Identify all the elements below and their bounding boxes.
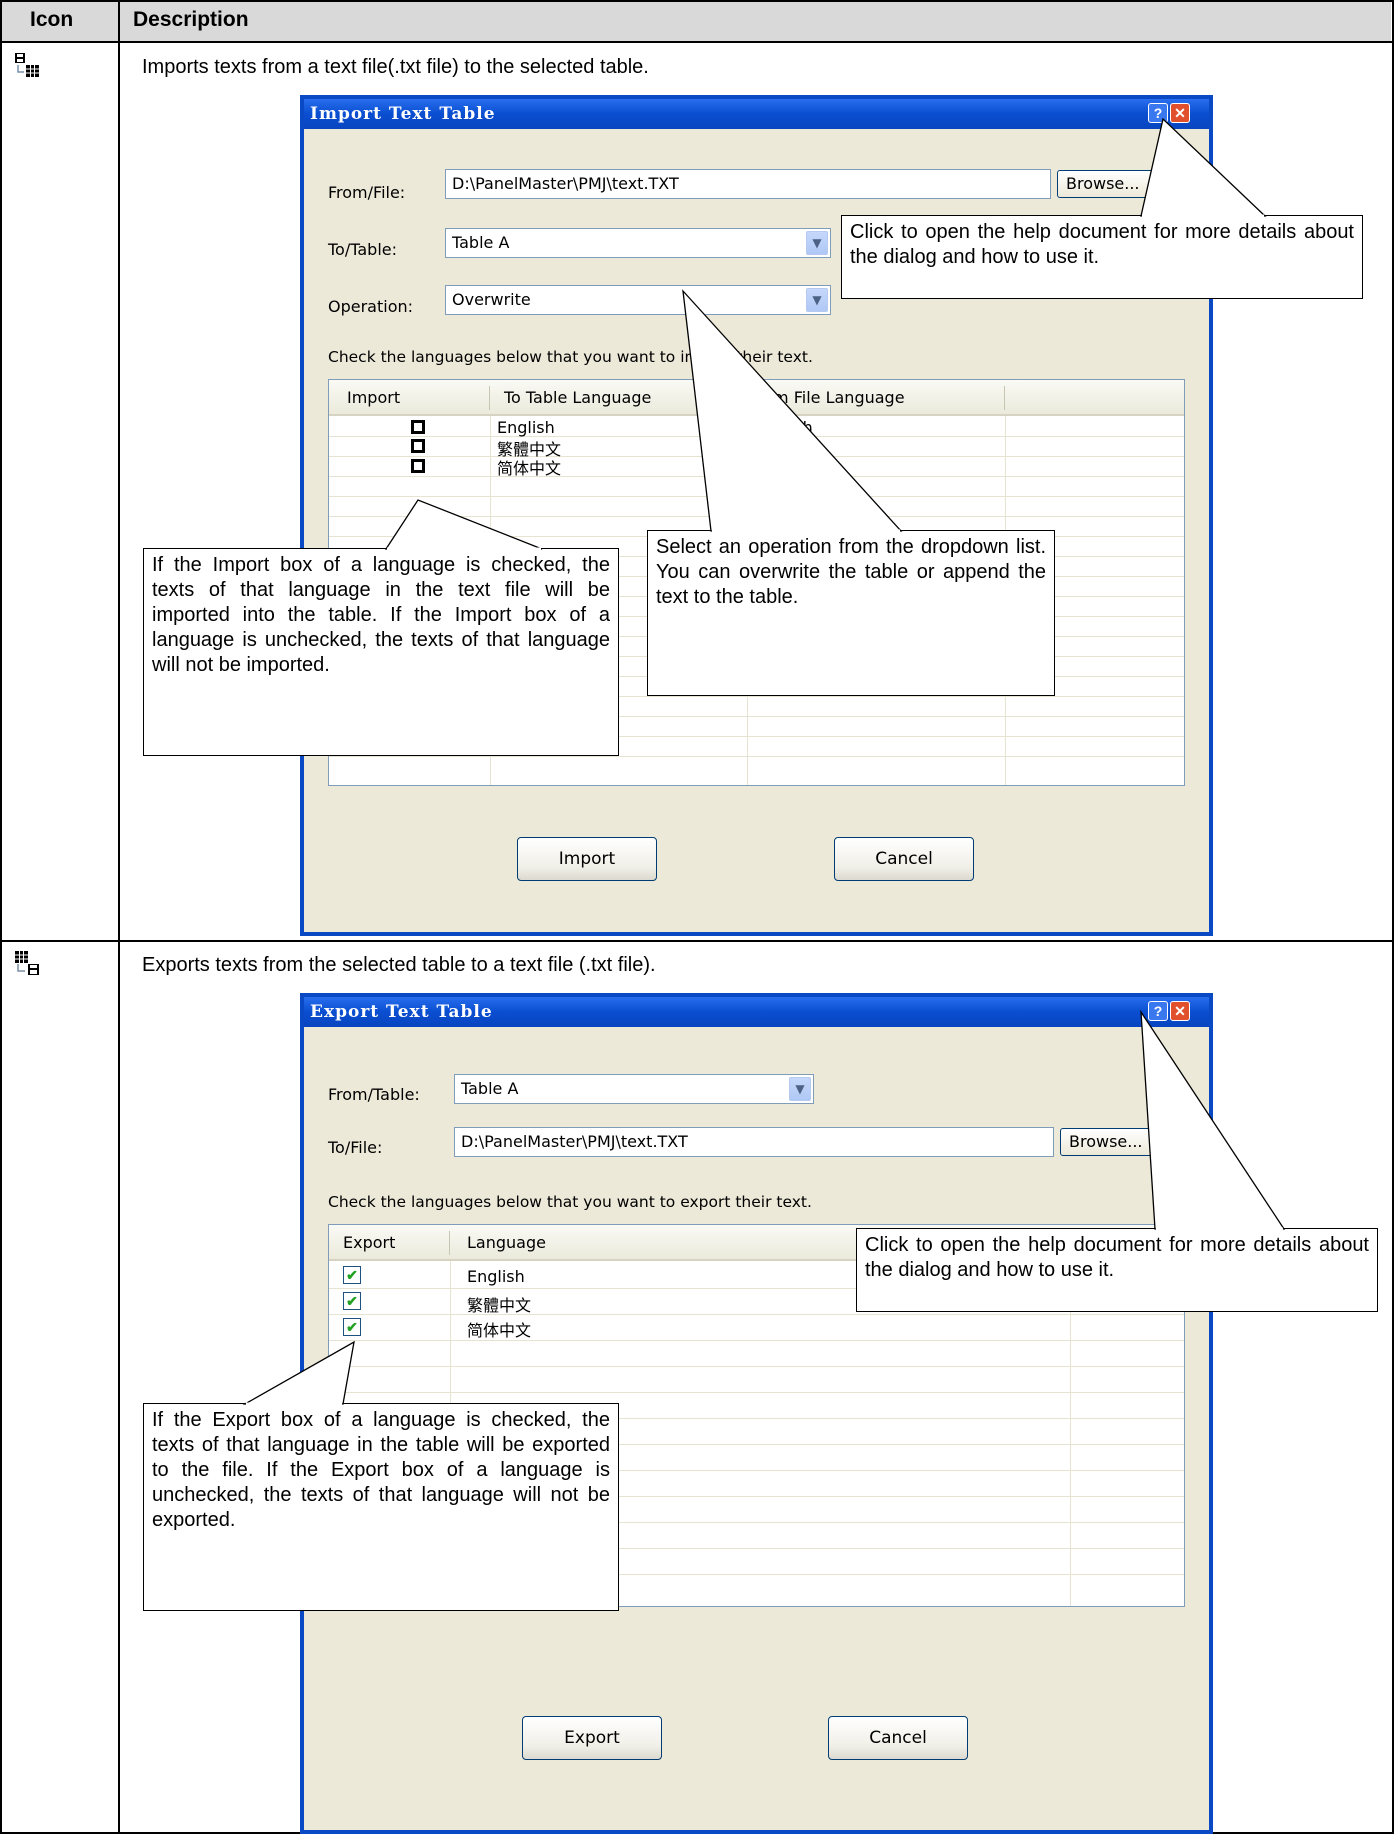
- from-language-cell: 簡體: [755, 459, 788, 478]
- to-file-label: To/File:: [328, 1138, 383, 1157]
- instruction-text: Check the languages below that you want …: [328, 1193, 812, 1211]
- help-button[interactable]: ?: [1148, 1001, 1168, 1021]
- column-separator: [717, 386, 718, 410]
- import-checkbox[interactable]: [411, 439, 425, 453]
- import-column-header: Import: [347, 388, 401, 407]
- grid-header: Import To Table Language From File Langu…: [329, 380, 1184, 416]
- to-language-cell: English: [497, 418, 555, 437]
- icon-column-header: Icon: [30, 8, 74, 31]
- operation-value: Overwrite: [452, 290, 531, 309]
- checkbox-callout: If the Export box of a language is check…: [143, 1403, 619, 1611]
- to-table-value: Table A: [452, 233, 510, 252]
- from-file-input[interactable]: D:\PanelMaster\PMJ\text.TXT: [445, 169, 1051, 199]
- export-text-table-icon: [14, 950, 42, 978]
- language-cell: English: [467, 1267, 525, 1286]
- import-checkbox[interactable]: [411, 459, 425, 473]
- language-cell: 繁體中文: [467, 1296, 532, 1315]
- chevron-down-icon[interactable]: ▼: [806, 288, 828, 312]
- row-description: Imports texts from a text file(.txt file…: [142, 56, 649, 78]
- export-checkbox[interactable]: ✔: [343, 1292, 361, 1310]
- from-file-label: From/File:: [328, 183, 406, 202]
- help-callout: Click to open the help document for more…: [856, 1228, 1378, 1312]
- to-language-column-header: To Table Language: [504, 388, 652, 407]
- export-checkbox[interactable]: ✔: [343, 1266, 361, 1284]
- language-cell: 简体中文: [467, 1321, 532, 1340]
- from-language-column-header: From File Language: [749, 388, 905, 407]
- browse-button[interactable]: Browse...: [1057, 170, 1197, 198]
- from-language-cell: English: [755, 418, 813, 437]
- language-column-header: Language: [467, 1233, 546, 1252]
- export-checkbox[interactable]: ✔: [343, 1318, 361, 1336]
- description-column-header: Description: [133, 8, 249, 31]
- operation-callout: Select an operation from the dropdown li…: [647, 530, 1055, 696]
- table-row-divider: [0, 940, 1394, 942]
- operation-label: Operation:: [328, 297, 414, 316]
- to-file-input[interactable]: D:\PanelMaster\PMJ\text.TXT: [454, 1127, 1054, 1157]
- close-button[interactable]: ✕: [1170, 1001, 1190, 1021]
- browse-button[interactable]: Browse...: [1060, 1128, 1200, 1156]
- table-border-top: [0, 0, 1394, 2]
- to-language-cell: 简体中文: [497, 459, 562, 478]
- from-table-value: Table A: [461, 1079, 519, 1098]
- table-header-divider: [0, 41, 1394, 43]
- cancel-button[interactable]: Cancel: [834, 837, 974, 881]
- instruction-text: Check the languages below that you want …: [328, 348, 813, 366]
- help-callout: Click to open the help document for more…: [841, 215, 1363, 299]
- export-column-header: Export: [343, 1233, 396, 1252]
- column-separator: [1004, 386, 1005, 410]
- to-table-dropdown[interactable]: Table A ▼: [445, 228, 831, 258]
- export-button[interactable]: Export: [522, 1716, 662, 1760]
- column-separator: [489, 386, 490, 410]
- operation-dropdown[interactable]: Overwrite ▼: [445, 285, 831, 315]
- import-button[interactable]: Import: [517, 837, 657, 881]
- close-button[interactable]: ✕: [1170, 103, 1190, 123]
- import-checkbox[interactable]: [411, 420, 425, 434]
- cancel-button[interactable]: Cancel: [828, 1716, 968, 1760]
- chevron-down-icon[interactable]: ▼: [806, 231, 828, 255]
- checkbox-callout: If the Import box of a language is check…: [143, 548, 619, 756]
- chevron-down-icon[interactable]: ▼: [789, 1077, 811, 1101]
- row-description: Exports texts from the selected table to…: [142, 954, 656, 976]
- dialog-title: Import Text Table: [304, 99, 1209, 129]
- import-text-table-icon: [14, 52, 42, 80]
- help-button[interactable]: ?: [1148, 103, 1168, 123]
- from-table-dropdown[interactable]: Table A ▼: [454, 1074, 814, 1104]
- table-border-left: [0, 0, 2, 1834]
- from-table-label: From/Table:: [328, 1085, 420, 1104]
- column-separator: [449, 1231, 450, 1255]
- dialog-title: Export Text Table: [304, 997, 1209, 1027]
- to-table-label: To/Table:: [328, 240, 397, 259]
- table-column-divider: [118, 0, 120, 1834]
